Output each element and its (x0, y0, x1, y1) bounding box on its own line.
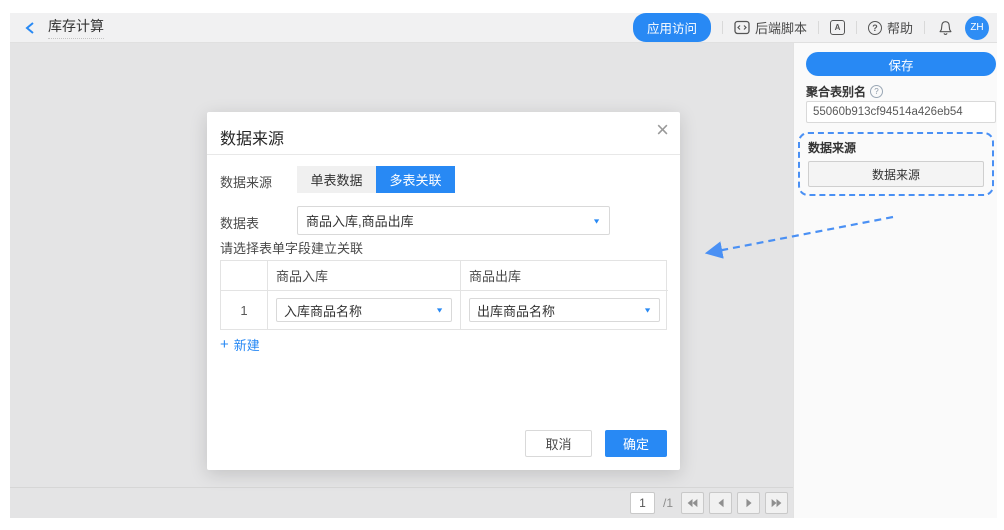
help-button[interactable]: ? 帮助 (868, 18, 913, 37)
relation-hint: 请选择表单字段建立关联 (220, 238, 363, 257)
datatable-select-value: 商品入库,商品出库 (306, 211, 414, 230)
next-page-button[interactable] (737, 492, 760, 514)
datasource-highlight-box: 数据来源 数据来源 (798, 132, 994, 196)
plus-icon: + (220, 337, 229, 352)
chevron-left-icon (24, 21, 36, 35)
first-page-button[interactable] (681, 492, 704, 514)
top-bar-left: 库存计算 (22, 16, 104, 39)
double-chevron-left-icon (686, 497, 699, 509)
confirm-button[interactable]: 确定 (605, 430, 667, 457)
chevron-right-icon (744, 497, 754, 509)
caret-down-icon: ▼ (435, 306, 444, 314)
relation-row-left-cell: 入库商品名称 ▼ (268, 291, 461, 329)
current-page-box[interactable]: 1 (630, 492, 655, 514)
alias-label-row: 聚合表别名 ? (806, 83, 883, 100)
relation-row-right-cell: 出库商品名称 ▼ (461, 291, 668, 329)
backend-script-label: 后端脚本 (755, 18, 807, 37)
translate-icon[interactable]: A (830, 20, 845, 35)
relation-header-empty (221, 261, 268, 291)
add-relation-button[interactable]: + 新建 (220, 335, 260, 354)
alias-help-icon[interactable]: ? (870, 85, 883, 98)
top-bar: 库存计算 应用访问 后端脚本 A ? 帮助 (10, 13, 997, 43)
back-button[interactable] (22, 20, 38, 36)
add-relation-label: 新建 (234, 335, 260, 354)
relation-header-left: 商品入库 (268, 261, 461, 291)
caret-down-icon: ▼ (592, 217, 601, 225)
help-label: 帮助 (887, 18, 913, 37)
notification-bell-button[interactable] (936, 19, 954, 37)
save-button[interactable]: 保存 (806, 52, 996, 76)
divider (856, 21, 857, 34)
code-icon (734, 20, 750, 35)
tab-multi-table[interactable]: 多表关联 (376, 166, 455, 193)
datasource-section-label: 数据来源 (808, 139, 984, 156)
datasource-button[interactable]: 数据来源 (808, 161, 984, 187)
source-label: 数据来源 (220, 172, 272, 191)
chevron-left-icon (716, 497, 726, 509)
bell-icon (938, 20, 953, 36)
right-field-value: 出库商品名称 (477, 301, 555, 320)
relation-table: 商品入库 商品出库 1 入库商品名称 ▼ 出库商品名称 ▼ (220, 260, 667, 330)
modal-header: 数据来源 × (207, 112, 680, 155)
app-access-button[interactable]: 应用访问 (633, 13, 711, 42)
page-title: 库存计算 (48, 16, 104, 39)
double-chevron-right-icon (770, 497, 783, 509)
relation-row-index: 1 (221, 291, 268, 329)
left-field-select[interactable]: 入库商品名称 ▼ (276, 298, 452, 322)
divider (818, 21, 819, 34)
user-avatar[interactable]: ZH (965, 16, 989, 40)
right-sidebar: 保存 聚合表别名 ? 数据来源 数据来源 (793, 43, 997, 518)
left-field-value: 入库商品名称 (284, 301, 362, 320)
top-bar-right: 应用访问 后端脚本 A ? 帮助 (633, 13, 989, 42)
cancel-button[interactable]: 取消 (525, 430, 592, 457)
relation-header-right: 商品出库 (461, 261, 668, 291)
total-pages-label: /1 (663, 496, 673, 510)
question-circle-icon: ? (868, 21, 882, 35)
right-field-select[interactable]: 出库商品名称 ▼ (469, 298, 660, 322)
prev-page-button[interactable] (709, 492, 732, 514)
close-icon[interactable]: × (656, 119, 669, 141)
divider (924, 21, 925, 34)
datatable-label: 数据表 (220, 213, 259, 232)
pagination-bar: 1 /1 (10, 487, 793, 518)
caret-down-icon: ▼ (643, 306, 652, 314)
backend-script-button[interactable]: 后端脚本 (734, 18, 807, 37)
divider (722, 21, 723, 34)
tab-single-table[interactable]: 单表数据 (297, 166, 376, 193)
datasource-modal: 数据来源 × 数据来源 单表数据 多表关联 数据表 商品入库,商品出库 ▼ 请选… (207, 112, 680, 470)
alias-label: 聚合表别名 (806, 83, 866, 100)
last-page-button[interactable] (765, 492, 788, 514)
modal-title: 数据来源 (220, 125, 284, 149)
datatable-select[interactable]: 商品入库,商品出库 ▼ (297, 206, 610, 235)
alias-input[interactable] (806, 101, 996, 123)
source-tabs: 单表数据 多表关联 (297, 166, 455, 193)
